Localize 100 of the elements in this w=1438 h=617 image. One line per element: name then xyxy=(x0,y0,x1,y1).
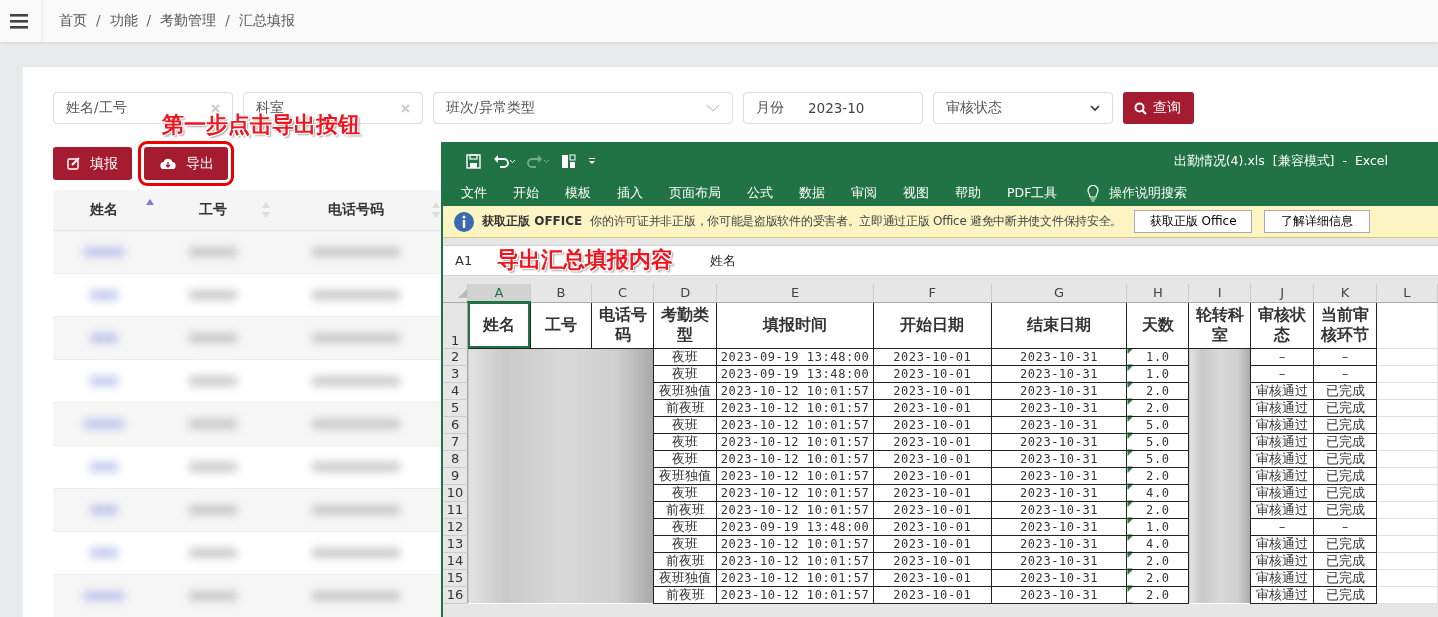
message-button[interactable]: 获取正版 Office xyxy=(1134,210,1253,233)
ribbon-tab[interactable]: 页面布局 xyxy=(669,184,721,202)
name-box[interactable]: A1 xyxy=(443,253,473,268)
redacted-text xyxy=(90,548,118,558)
redacted-text xyxy=(90,376,118,386)
ribbon-tab[interactable]: 公式 xyxy=(747,184,773,202)
select-field[interactable]: 班次/异常类型 xyxy=(433,92,733,124)
ribbon-tab[interactable]: 视图 xyxy=(903,184,929,202)
column-letter[interactable]: C xyxy=(591,284,654,302)
column-letter[interactable]: L xyxy=(1376,284,1438,302)
undo-icon[interactable] xyxy=(493,154,515,168)
status-dropdown[interactable]: 审核状态 xyxy=(933,92,1113,124)
redacted-text xyxy=(189,548,237,558)
ribbon-tab[interactable]: 模板 xyxy=(565,184,591,202)
table-cell: 2023-10-12 10:01:57 xyxy=(716,467,874,484)
table-cell: 审核通过 xyxy=(1250,501,1314,518)
table-cell: 前夜班 xyxy=(653,586,717,603)
save-icon[interactable] xyxy=(466,153,481,169)
search-icon xyxy=(1134,101,1147,115)
column-letter[interactable]: D xyxy=(653,284,717,302)
table-cell: – xyxy=(1313,518,1377,535)
search-button[interactable]: 查询 xyxy=(1123,92,1194,124)
column-letter[interactable]: H xyxy=(1126,284,1189,302)
breadcrumb-item[interactable]: 首页 xyxy=(59,12,87,30)
table-cell: 审核通过 xyxy=(1250,535,1314,552)
annotation-text: 导出汇总填报内容 xyxy=(497,246,673,274)
field-value: 2023-10 xyxy=(808,100,865,116)
table-cell: 2023-10-01 xyxy=(873,348,992,365)
ribbon-tab[interactable]: PDF工具 xyxy=(1007,184,1058,202)
header-cell: 工号 xyxy=(530,302,592,348)
month-field[interactable]: 月份 2023-10 xyxy=(743,92,923,124)
redacted-text xyxy=(189,290,237,300)
ribbon-tab[interactable]: 文件 xyxy=(461,184,487,202)
header-cell: 当前审核环节 xyxy=(1313,302,1377,348)
breadcrumb-separator: / xyxy=(146,12,152,30)
breadcrumb-item[interactable]: 考勤管理 xyxy=(160,12,217,30)
table-cell: 2023-10-31 xyxy=(991,501,1127,518)
ribbon-tab[interactable]: 开始 xyxy=(513,184,539,202)
lightbulb-icon xyxy=(1087,184,1100,202)
ribbon-tab[interactable]: 审阅 xyxy=(851,184,877,202)
column-letter[interactable]: J xyxy=(1250,284,1314,302)
table-cell: 2023-10-01 xyxy=(873,450,992,467)
table-cell: 审核通过 xyxy=(1250,399,1314,416)
ribbon-tab[interactable]: 数据 xyxy=(799,184,825,202)
table-cell: 2023-10-31 xyxy=(991,382,1127,399)
column-letter[interactable]: G xyxy=(991,284,1127,302)
table-cell: 夜班 xyxy=(653,535,717,552)
table-cell: 2023-10-01 xyxy=(873,518,992,535)
table-cell: 2023-10-31 xyxy=(991,518,1127,535)
table-cell: 2023-10-31 xyxy=(991,433,1127,450)
ribbon-tab[interactable]: 插入 xyxy=(617,184,643,202)
breadcrumb-separator: / xyxy=(96,12,101,30)
column-letter[interactable]: F xyxy=(873,284,992,302)
column-letter[interactable]: E xyxy=(716,284,874,302)
table-cell: 已完成 xyxy=(1313,433,1377,450)
breadcrumb-item[interactable]: 功能 xyxy=(109,12,138,30)
column-header[interactable]: 姓名 xyxy=(53,190,155,230)
tell-me-search[interactable]: 操作说明搜索 xyxy=(1109,184,1188,202)
column-letter[interactable]: K xyxy=(1313,284,1377,302)
customize-icon[interactable] xyxy=(588,157,596,165)
cloud-download-icon xyxy=(160,157,176,170)
table-cell: 已完成 xyxy=(1313,399,1377,416)
table-cell: 前夜班 xyxy=(653,552,717,569)
header-cell: 姓名 xyxy=(467,302,531,348)
table-cell: 夜班独值 xyxy=(653,569,717,586)
table-cell: 2023-10-12 10:01:57 xyxy=(716,535,874,552)
menu-icon xyxy=(10,13,28,29)
table-cell: 审核通过 xyxy=(1250,433,1314,450)
redacted-text xyxy=(90,505,118,515)
window-title: 出勤情况(4).xls [兼容模式] - Excel xyxy=(1173,152,1388,170)
table-cell: 2023-10-12 10:01:57 xyxy=(716,416,874,433)
row-number[interactable]: 1 xyxy=(443,302,468,348)
table-cell: 夜班独值 xyxy=(653,467,717,484)
table-cell: 2023-10-12 10:01:57 xyxy=(716,552,874,569)
column-letter[interactable]: I xyxy=(1188,284,1251,302)
column-letter[interactable]: B xyxy=(530,284,592,302)
table-cell: 审核通过 xyxy=(1250,586,1314,603)
table-cell: 2023-10-01 xyxy=(873,382,992,399)
table-cell: – xyxy=(1313,365,1377,382)
layout-icon[interactable] xyxy=(561,153,576,169)
column-letter[interactable]: A xyxy=(467,284,531,302)
table-cell: 已完成 xyxy=(1313,467,1377,484)
table-cell: 2023-10-01 xyxy=(873,501,992,518)
edit-icon xyxy=(67,157,80,170)
message-title: 获取正版 OFFICE xyxy=(482,213,583,230)
redacted-text xyxy=(84,419,124,429)
column-header[interactable]: 电话号码 xyxy=(271,190,441,230)
redacted-text xyxy=(189,376,237,386)
table-cell: 2023-10-31 xyxy=(991,586,1127,603)
fill-button[interactable]: 填报 xyxy=(53,147,132,180)
table-cell: 2023-10-01 xyxy=(873,433,992,450)
ribbon-tab[interactable]: 帮助 xyxy=(955,184,981,202)
breadcrumb-item[interactable]: 汇总填报 xyxy=(238,12,295,30)
table-cell: 2023-10-01 xyxy=(873,535,992,552)
formula-text[interactable]: 姓名 xyxy=(710,251,737,270)
redo-icon xyxy=(527,154,549,168)
redacted-text xyxy=(84,247,124,257)
column-header[interactable]: 工号 xyxy=(155,190,271,230)
chevron-icon xyxy=(706,104,720,112)
message-button[interactable]: 了解详细信息 xyxy=(1264,210,1371,233)
